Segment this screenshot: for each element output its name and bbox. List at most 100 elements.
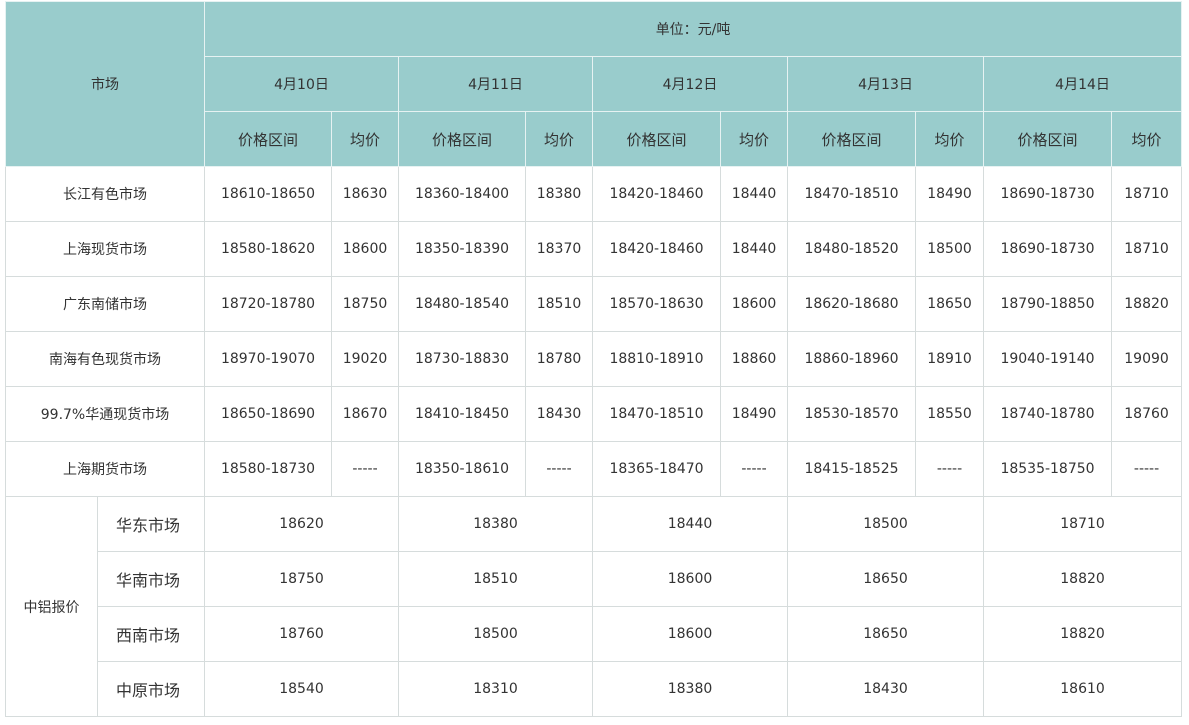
price-range-cell: 18620-18680 <box>787 276 916 332</box>
table-row: 西南市场 18760 18500 18600 18650 18820 <box>6 606 1183 662</box>
zhonglv-price-cell: 18620 <box>204 496 399 552</box>
zhonglv-price-cell: 18440 <box>592 496 788 552</box>
table-row: 99.7%华通现货市场 18650-18690 18670 18410-1845… <box>5 386 1183 442</box>
price-range-cell: 18650-18690 <box>204 386 332 442</box>
price-range-cell: 18810-18910 <box>592 331 721 387</box>
price-range-cell: 18860-18960 <box>787 331 916 387</box>
price-range-cell: 18580-18730 <box>204 441 332 497</box>
price-range-header: 价格区间 <box>787 111 916 167</box>
price-range-header: 价格区间 <box>204 111 332 167</box>
price-range-cell: 18690-18730 <box>983 166 1112 222</box>
price-range-cell: 18790-18850 <box>983 276 1112 332</box>
market-name: 99.7%华通现货市场 <box>5 386 205 442</box>
zhonglv-price-cell: 18430 <box>787 661 984 717</box>
average-price-cell: 18630 <box>331 166 399 222</box>
date-header: 4月10日 <box>204 56 399 112</box>
average-price-cell: 18500 <box>915 221 984 277</box>
price-range-cell: 18535-18750 <box>983 441 1112 497</box>
price-range-cell: 18420-18460 <box>592 221 721 277</box>
unit-label: 单位：元/吨 <box>203 1 1183 57</box>
table-row: 华南市场 18750 18510 18600 18650 18820 <box>6 551 1183 607</box>
price-range-cell: 18530-18570 <box>787 386 916 442</box>
date-header: 4月14日 <box>982 56 1183 112</box>
zhonglv-price-cell: 18650 <box>787 551 984 607</box>
price-range-cell: 18610-18650 <box>204 166 332 222</box>
average-price-header: 均价 <box>915 111 984 167</box>
table-row: 中原市场 18540 18310 18380 18430 18610 <box>6 661 1183 717</box>
average-price-cell: 18750 <box>331 276 399 332</box>
average-price-header: 均价 <box>331 111 399 167</box>
average-price-cell: 18490 <box>915 166 984 222</box>
table-row: 中铝报价 华东市场 18620 18380 18440 18500 18710 <box>5 496 1183 717</box>
price-range-cell: 18360-18400 <box>398 166 526 222</box>
zhonglv-market-name: 华南市场 <box>97 551 205 607</box>
price-range-cell: 18730-18830 <box>398 331 526 387</box>
market-name: 上海现货市场 <box>5 221 205 277</box>
zhonglv-price-cell: 18540 <box>204 661 399 717</box>
market-header: 市场 <box>5 1 205 167</box>
zhonglv-price-cell: 18380 <box>398 496 593 552</box>
average-price-header: 均价 <box>1110 111 1183 167</box>
average-price-cell: ----- <box>720 441 788 497</box>
average-price-cell: 18490 <box>720 386 788 442</box>
average-price-cell: ----- <box>915 441 984 497</box>
zhonglv-price-cell: 18710 <box>982 496 1183 552</box>
average-price-cell: 19020 <box>331 331 399 387</box>
price-range-cell: 18690-18730 <box>983 221 1112 277</box>
price-range-cell: 18480-18540 <box>398 276 526 332</box>
market-name: 南海有色现货市场 <box>5 331 205 387</box>
price-range-cell: 18970-19070 <box>204 331 332 387</box>
average-price-cell: 18910 <box>915 331 984 387</box>
average-price-cell: 18780 <box>525 331 593 387</box>
zhonglv-price-cell: 18500 <box>398 606 593 662</box>
price-range-cell: 18470-18510 <box>787 166 916 222</box>
average-price-cell: 18670 <box>331 386 399 442</box>
zhonglv-price-cell: 18750 <box>204 551 399 607</box>
average-price-cell: 18710 <box>1110 166 1183 222</box>
average-price-header: 均价 <box>720 111 788 167</box>
zhonglv-price-cell: 18820 <box>982 606 1183 662</box>
market-name: 上海期货市场 <box>5 441 205 497</box>
average-price-cell: 18430 <box>525 386 593 442</box>
zhonglv-market-name: 华东市场 <box>97 496 205 552</box>
zhonglv-price-cell: 18600 <box>592 606 788 662</box>
price-range-cell: 18350-18390 <box>398 221 526 277</box>
zhonglv-quote-label: 中铝报价 <box>5 496 98 717</box>
zhonglv-price-cell: 18650 <box>787 606 984 662</box>
average-price-cell: 18440 <box>720 221 788 277</box>
zhonglv-price-cell: 18500 <box>787 496 984 552</box>
date-header: 4月13日 <box>787 56 984 112</box>
average-price-cell: ----- <box>331 441 399 497</box>
price-range-cell: 18365-18470 <box>592 441 721 497</box>
average-price-cell: 18860 <box>720 331 788 387</box>
average-price-cell: ----- <box>525 441 593 497</box>
average-price-cell: 18510 <box>525 276 593 332</box>
zhonglv-price-cell: 18820 <box>982 551 1183 607</box>
market-name: 长江有色市场 <box>5 166 205 222</box>
table-row: 南海有色现货市场 18970-19070 19020 18730-18830 1… <box>5 331 1183 387</box>
average-price-cell: 18370 <box>525 221 593 277</box>
average-price-cell: 18650 <box>915 276 984 332</box>
price-range-header: 价格区间 <box>398 111 526 167</box>
price-range-cell: 18570-18630 <box>592 276 721 332</box>
price-range-cell: 18470-18510 <box>592 386 721 442</box>
price-range-cell: 18410-18450 <box>398 386 526 442</box>
average-price-cell: 18380 <box>525 166 593 222</box>
average-price-cell: 18440 <box>720 166 788 222</box>
zhonglv-market-name: 西南市场 <box>97 606 205 662</box>
zhonglv-price-cell: 18610 <box>982 661 1183 717</box>
price-range-cell: 18350-18610 <box>398 441 526 497</box>
average-price-cell: 18710 <box>1110 221 1183 277</box>
zhonglv-price-cell: 18310 <box>398 661 593 717</box>
zhonglv-price-cell: 18510 <box>398 551 593 607</box>
zhonglv-price-cell: 18600 <box>592 551 788 607</box>
header-row-unit: 市场 单位：元/吨 <box>5 1 1183 167</box>
price-range-header: 价格区间 <box>592 111 721 167</box>
price-range-cell: 19040-19140 <box>983 331 1112 387</box>
price-range-cell: 18415-18525 <box>787 441 916 497</box>
price-range-cell: 18720-18780 <box>204 276 332 332</box>
zhonglv-price-cell: 18380 <box>592 661 788 717</box>
price-range-header: 价格区间 <box>983 111 1112 167</box>
table-row: 广东南储市场 18720-18780 18750 18480-18540 185… <box>5 276 1183 332</box>
price-range-cell: 18480-18520 <box>787 221 916 277</box>
